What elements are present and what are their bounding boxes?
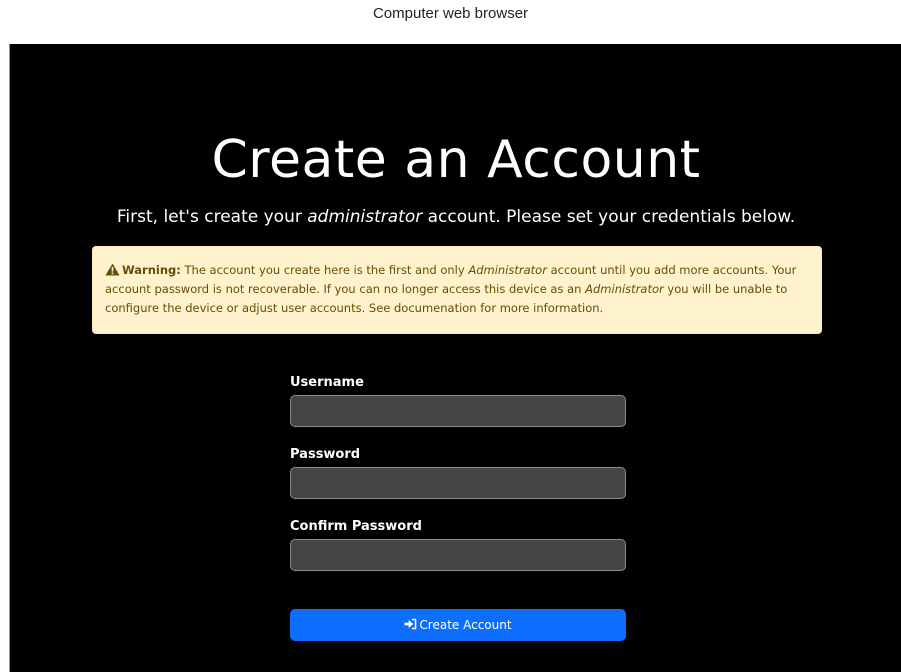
create-account-form: Username Password Confirm Password (290, 373, 626, 589)
confirm-password-input[interactable] (290, 539, 626, 571)
warning-alert: Warning: The account you create here is … (92, 246, 822, 334)
username-input[interactable] (290, 395, 626, 427)
warning-emphasis-1: Administrator (468, 263, 547, 277)
warning-triangle-icon (105, 263, 120, 276)
password-input[interactable] (290, 467, 626, 499)
page-subtitle: First, let's create your administrator a… (10, 207, 901, 227)
confirm-password-label: Confirm Password (290, 519, 422, 534)
subtitle-text-before: First, let's create your (116, 207, 308, 227)
subtitle-text-after: account. Please set your credentials bel… (422, 207, 796, 227)
page-title: Create an Account (211, 130, 701, 190)
warning-label: Warning: (122, 263, 181, 277)
window-caption: Computer web browser (372, 5, 529, 22)
create-account-button[interactable]: Create Account (290, 609, 626, 641)
sign-in-icon (404, 618, 417, 630)
warning-emphasis-2: Administrator (585, 282, 664, 296)
password-label: Password (290, 447, 361, 462)
warning-text-1: The account you create here is the first… (180, 263, 469, 277)
create-account-button-label: Create Account (419, 618, 512, 632)
browser-viewport: Create an Account First, let's create yo… (9, 44, 901, 672)
username-label: Username (290, 375, 364, 390)
subtitle-emphasis: administrator (307, 207, 423, 227)
